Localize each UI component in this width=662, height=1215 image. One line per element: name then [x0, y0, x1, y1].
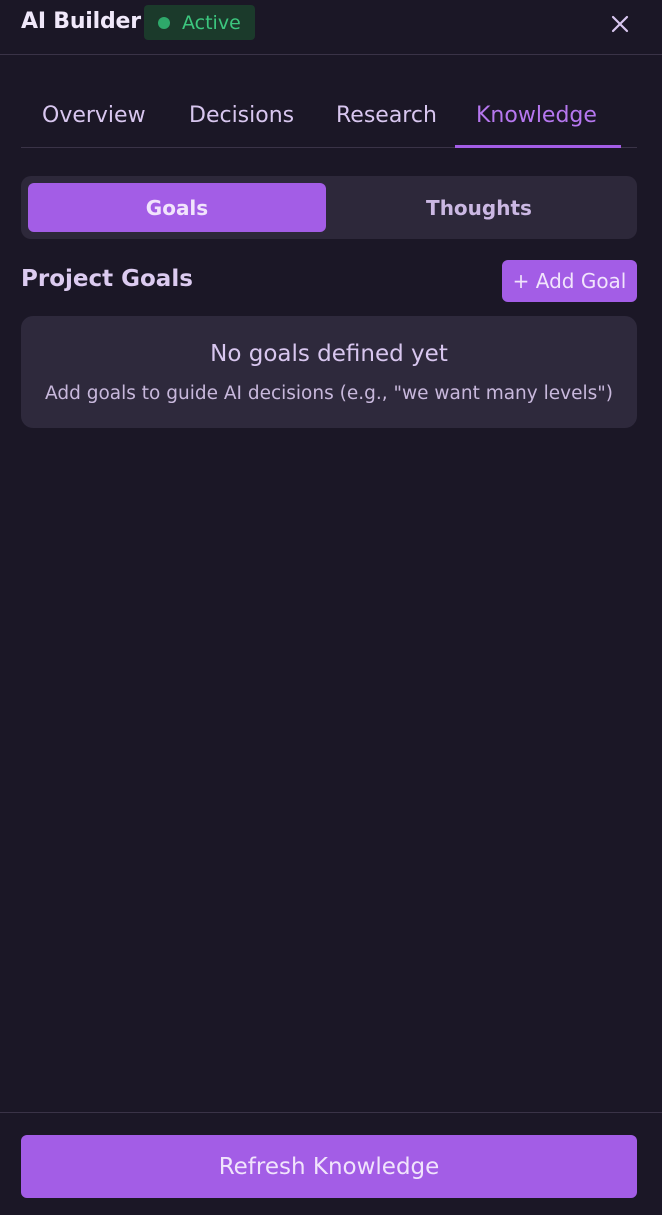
ai-builder-panel: AI Builder Active Overview Decisions Res…: [0, 0, 662, 1215]
refresh-knowledge-button[interactable]: Refresh Knowledge: [21, 1135, 637, 1198]
subtab-goals[interactable]: Goals: [28, 183, 326, 232]
tab-decisions[interactable]: Decisions: [189, 94, 294, 148]
close-icon: [611, 15, 629, 33]
empty-state-description: Add goals to guide AI decisions (e.g., "…: [45, 383, 613, 404]
subtab-thoughts[interactable]: Thoughts: [328, 183, 630, 232]
app-title: AI Builder: [21, 9, 141, 34]
panel-footer: Refresh Knowledge: [0, 1112, 662, 1215]
empty-state-card: No goals defined yet Add goals to guide …: [21, 316, 637, 428]
status-text: Active: [182, 11, 241, 34]
status-badge: Active: [144, 5, 255, 40]
tab-overview[interactable]: Overview: [42, 94, 146, 148]
tab-bar: Overview Decisions Research Knowledge: [21, 94, 637, 148]
close-button[interactable]: [604, 8, 636, 40]
active-tab-indicator: [455, 145, 621, 148]
tab-knowledge[interactable]: Knowledge: [476, 94, 597, 148]
panel-header: AI Builder Active: [0, 0, 662, 55]
add-goal-button[interactable]: + Add Goal: [502, 260, 637, 302]
knowledge-subtabs: Goals Thoughts: [21, 176, 637, 239]
tab-research[interactable]: Research: [336, 94, 437, 148]
status-dot-icon: [158, 16, 170, 29]
empty-state-title: No goals defined yet: [210, 341, 448, 367]
section-title: Project Goals: [21, 266, 193, 292]
